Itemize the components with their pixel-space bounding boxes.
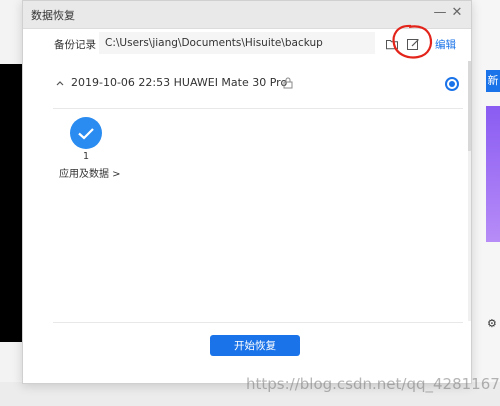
backup-record-label: 备份记录 <box>54 39 96 51</box>
background-dark-area <box>0 64 22 342</box>
chevron-up-icon[interactable] <box>55 78 65 88</box>
edit-link[interactable]: 编辑 <box>435 37 456 52</box>
background-banner <box>486 106 500 242</box>
backup-path-row: 备份记录 编辑 <box>23 28 471 60</box>
divider <box>53 108 463 109</box>
scrollbar[interactable] <box>468 61 471 321</box>
edit-icon[interactable] <box>406 37 420 51</box>
backup-select-radio[interactable] <box>445 77 459 91</box>
data-restore-dialog: 数据恢复 — ✕ 备份记录 编辑 2019-10-06 22:53 HUAWEI… <box>22 0 472 384</box>
footer-divider <box>53 322 463 323</box>
backup-path-field[interactable] <box>99 32 375 54</box>
close-button[interactable]: ✕ <box>448 4 466 22</box>
lock-icon <box>283 77 293 89</box>
watermark: https://blog.csdn.net/qq_42811676 <box>246 375 500 393</box>
scrollbar-thumb[interactable] <box>468 61 471 151</box>
item-check-button[interactable] <box>70 117 102 149</box>
background-side-button[interactable]: 新 <box>486 70 500 92</box>
start-restore-button[interactable]: 开始恢复 <box>210 335 300 356</box>
checkmark-icon <box>78 128 94 140</box>
item-count: 1 <box>82 151 90 162</box>
folder-icon[interactable] <box>385 37 399 51</box>
dialog-title: 数据恢复 <box>31 9 75 22</box>
backup-entry-row[interactable]: 2019-10-06 22:53 HUAWEI Mate 30 Pro <box>55 71 461 97</box>
backup-entry-title: 2019-10-06 22:53 HUAWEI Mate 30 Pro <box>71 76 288 89</box>
gear-icon[interactable]: ⚙ <box>487 318 499 330</box>
minimize-button[interactable]: — <box>431 4 449 22</box>
restore-item[interactable]: 1 应用及数据 > <box>53 117 123 180</box>
item-label[interactable]: 应用及数据 > <box>59 165 121 180</box>
dialog-title-bar[interactable]: 数据恢复 — ✕ <box>23 1 471 29</box>
